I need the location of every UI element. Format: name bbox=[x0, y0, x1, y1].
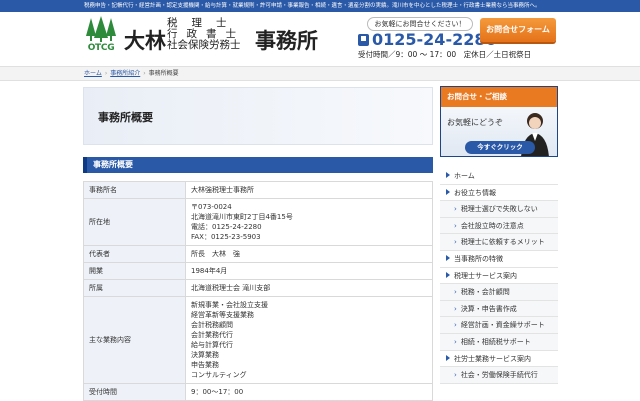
top-announcement-bar: 税務申告・記帳代行・経営計画・認定支援機関・給与計算・就業規則・許可申請・事業報… bbox=[0, 0, 640, 12]
breadcrumb-separator: › bbox=[143, 70, 146, 77]
page-title: 事務所概要 bbox=[98, 111, 153, 124]
top-announcement-text: 税務申告・記帳代行・経営計画・認定支援機関・給与計算・就業規則・許可申請・事業報… bbox=[84, 3, 541, 9]
info-row: 受付時間 9：00～17：00 bbox=[83, 383, 433, 401]
sidebar-submenu-item[interactable]: 税理士選びで失敗しない bbox=[440, 201, 558, 218]
info-value-line: コンサルティング bbox=[191, 371, 247, 379]
info-value-line: 大林強税理士事務所 bbox=[191, 186, 254, 194]
sidebar-menu-label: 税理士選びで失敗しない bbox=[460, 205, 538, 214]
info-value-line: 電話：0125-24-2280 bbox=[191, 223, 262, 231]
section-heading: 事務所概要 bbox=[83, 157, 433, 173]
info-value-line: 決算業務 bbox=[191, 351, 219, 359]
contact-form-button[interactable]: お問合せフォーム bbox=[480, 18, 556, 42]
firm-name-office: 事務所 bbox=[255, 28, 318, 53]
sidebar-menu-label: 会社設立時の注意点 bbox=[460, 221, 524, 230]
breadcrumb: ホーム › 事務所紹介 › 事務所概要 bbox=[84, 67, 179, 81]
sidebar-submenu-item[interactable]: 社会・労働保険手続代行 bbox=[440, 367, 558, 384]
sidebar-submenu-item[interactable]: 相続・相続税サポート bbox=[440, 333, 558, 351]
info-value: 新規事業・会社設立支援 経営革新等支援業務 会計税務顧問 会計業務代行 給与計算代行 決算… bbox=[185, 296, 433, 384]
sidebar-submenu-item[interactable]: 決算・申告書作成 bbox=[440, 300, 558, 318]
info-value: 9：00～17：00 bbox=[185, 383, 433, 401]
logo-text: OTCG bbox=[87, 43, 115, 53]
sidebar-menu-item[interactable]: 税理士サービス案内 bbox=[440, 268, 558, 285]
sidebar-menu-label: 税理士に依頼するメリット bbox=[460, 238, 545, 247]
sidebar-menu-label: 決算・申告書作成 bbox=[460, 304, 517, 313]
sidebar-submenu-item[interactable]: 経営計画・資金繰サポート bbox=[440, 317, 558, 334]
sidebar-menu-item[interactable]: 当事務所の特徴 bbox=[440, 251, 558, 268]
info-row: 開業 1984年4月 bbox=[83, 262, 433, 280]
breadcrumb-bar: ホーム › 事務所紹介 › 事務所概要 bbox=[0, 66, 640, 81]
breadcrumb-current: 事務所概要 bbox=[148, 70, 179, 77]
firm-name-surname: 大林 bbox=[124, 28, 166, 53]
page-title-box: 事務所概要 bbox=[83, 87, 433, 145]
sidebar-menu-label: 相続・相続税サポート bbox=[460, 337, 531, 346]
sidebar-menu-label: 経営計画・資金繰サポート bbox=[460, 321, 545, 330]
business-hours: 受付時間／9：00 ～ 17：00 定休日／土日祝祭日 bbox=[358, 50, 532, 59]
site-logo[interactable]: OTCG bbox=[84, 16, 118, 56]
sidebar-menu-label: 税理士サービス案内 bbox=[454, 271, 517, 280]
info-key: 所在地 bbox=[83, 198, 186, 246]
info-value-line: 1984年4月 bbox=[191, 267, 228, 275]
info-row: 所属 北海道税理士会 滝川支部 bbox=[83, 279, 433, 297]
sidebar-menu-item[interactable]: お役立ち情報 bbox=[440, 185, 558, 202]
sidebar-menu: ホームお役立ち情報税理士選びで失敗しない会社設立時の注意点税理士に依頼するメリッ… bbox=[440, 168, 558, 384]
sidebar-menu-item[interactable]: 社労士業務サービス案内 bbox=[440, 351, 558, 368]
info-value-line: 申告業務 bbox=[191, 361, 219, 369]
banner-heading: お問合せ・ご相談 bbox=[441, 87, 557, 107]
phone-icon bbox=[358, 34, 369, 46]
info-value-line: FAX：0125-23-5903 bbox=[191, 233, 261, 241]
sidebar-submenu-item[interactable]: 税務・会計顧問 bbox=[440, 284, 558, 301]
contact-prompt: お気軽にお問合せください！ bbox=[367, 17, 473, 31]
office-info-table: 事務所名 大林強税理士事務所 所在地 〒073-0024 北海道滝川市東町2丁目4番15… bbox=[83, 181, 433, 401]
info-value: 〒073-0024 北海道滝川市東町2丁目4番15号 電話：0125-24-2280… bbox=[185, 198, 433, 246]
info-key: 受付時間 bbox=[83, 383, 186, 401]
phone-number[interactable]: 0125-24-2280 bbox=[358, 30, 497, 49]
phone-number-text: 0125-24-2280 bbox=[372, 30, 497, 49]
breadcrumb-office-intro[interactable]: 事務所紹介 bbox=[110, 70, 140, 77]
info-value-line: 所長 大林 強 bbox=[191, 250, 240, 258]
sidebar-submenu-item[interactable]: 税理士に依頼するメリット bbox=[440, 234, 558, 251]
firm-title-line: 社会保険労務士 bbox=[167, 39, 241, 51]
sidebar-menu-item[interactable]: ホーム bbox=[440, 168, 558, 185]
info-value-line: 北海道滝川市東町2丁目4番15号 bbox=[191, 213, 293, 221]
info-key: 主な業務内容 bbox=[83, 296, 186, 384]
info-value-line: 〒073-0024 bbox=[191, 203, 232, 211]
info-key: 代表者 bbox=[83, 245, 186, 263]
info-value-line: 会計税務顧問 bbox=[191, 321, 233, 329]
info-value-line: 会計業務代行 bbox=[191, 331, 233, 339]
info-key: 開業 bbox=[83, 262, 186, 280]
banner-message: お気軽にどうぞ bbox=[447, 118, 503, 127]
sidebar-menu-label: 社労士業務サービス案内 bbox=[454, 354, 531, 363]
info-value-line: 新規事業・会社設立支援 bbox=[191, 301, 268, 309]
info-value-line: 北海道税理士会 滝川支部 bbox=[191, 284, 271, 292]
info-value: 大林強税理士事務所 bbox=[185, 181, 433, 199]
info-key: 所属 bbox=[83, 279, 186, 297]
info-value-line: 給与計算代行 bbox=[191, 341, 233, 349]
sidebar-submenu-item[interactable]: 会社設立時の注意点 bbox=[440, 217, 558, 235]
info-value: 所長 大林 強 bbox=[185, 245, 433, 263]
banner-body: お気軽にどうぞ 今すぐクリック bbox=[441, 107, 557, 156]
info-value-line: 9：00～17：00 bbox=[191, 388, 244, 396]
info-row: 代表者 所長 大林 強 bbox=[83, 245, 433, 263]
sidebar-menu-label: ホーム bbox=[454, 172, 475, 180]
breadcrumb-separator: › bbox=[104, 70, 108, 77]
firm-name-titles: 税理士 行政書士 社会保険労務士 bbox=[167, 18, 245, 51]
banner-click-button[interactable]: 今すぐクリック bbox=[465, 141, 535, 154]
sidebar-menu-label: 当事務所の特徴 bbox=[454, 254, 503, 263]
breadcrumb-home[interactable]: ホーム bbox=[84, 70, 102, 77]
info-row: 主な業務内容 新規事業・会社設立支援 経営革新等支援業務 会計税務顧問 会計業務代行 給与… bbox=[83, 296, 433, 384]
sidebar-menu-label: お役立ち情報 bbox=[454, 188, 496, 197]
info-row: 所在地 〒073-0024 北海道滝川市東町2丁目4番15号 電話：0125-24-2… bbox=[83, 198, 433, 246]
info-key: 事務所名 bbox=[83, 181, 186, 199]
sidebar-menu-label: 税務・会計顧問 bbox=[460, 288, 510, 297]
info-value: 1984年4月 bbox=[185, 262, 433, 280]
contact-banner[interactable]: お問合せ・ご相談 お気軽にどうぞ 今すぐクリック bbox=[440, 86, 558, 157]
info-value: 北海道税理士会 滝川支部 bbox=[185, 279, 433, 297]
info-value-line: 経営革新等支援業務 bbox=[191, 311, 254, 319]
tree-logo-icon bbox=[86, 16, 116, 42]
info-row: 事務所名 大林強税理士事務所 bbox=[83, 181, 433, 199]
sidebar-menu-label: 社会・労働保険手続代行 bbox=[460, 371, 538, 380]
